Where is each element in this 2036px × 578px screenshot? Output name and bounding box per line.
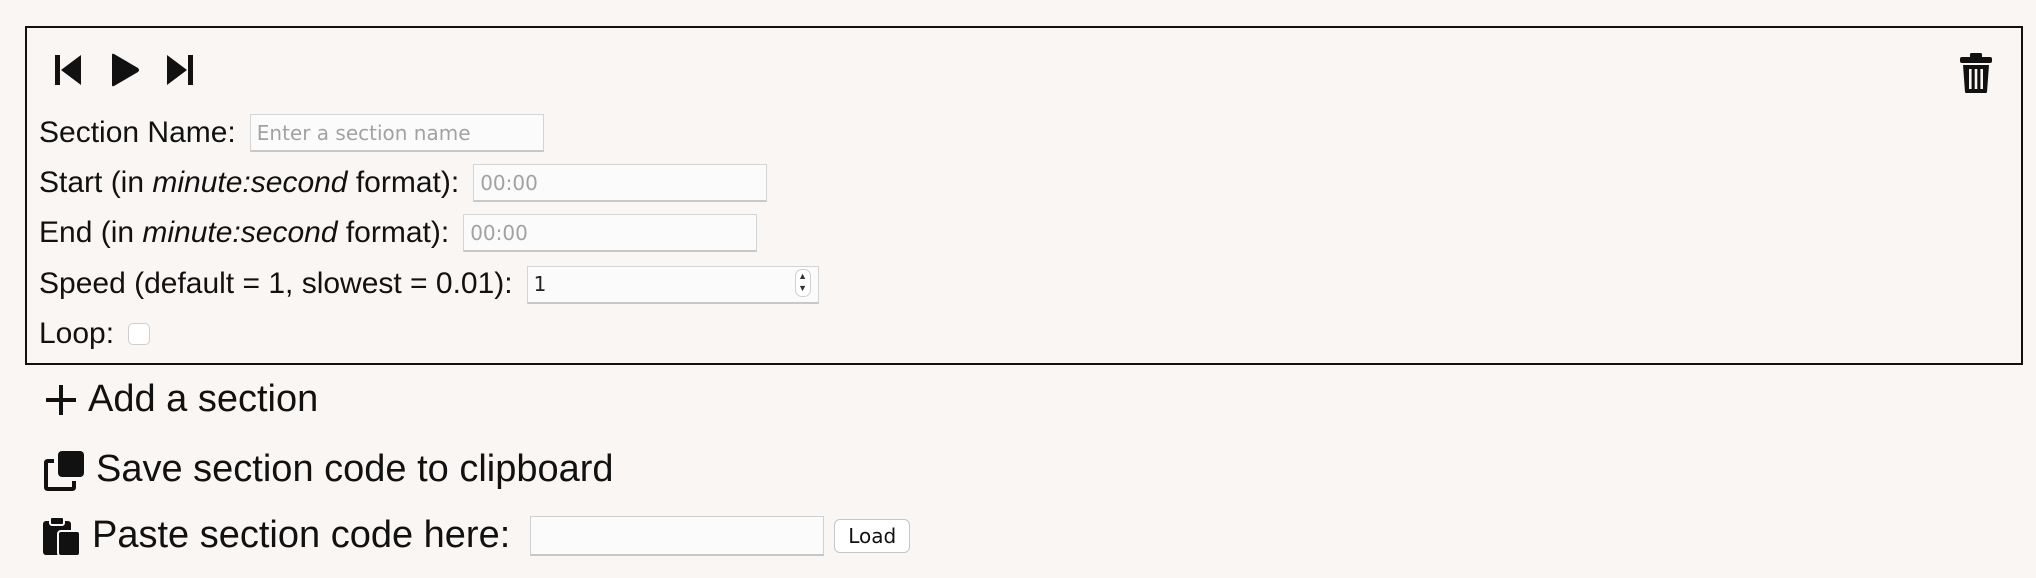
start-label: Start (in minute:second format): (39, 166, 460, 199)
speed-input[interactable] (526, 265, 819, 304)
paste-section-row: Paste section code here: Load (40, 514, 911, 557)
section-name-input[interactable] (249, 114, 544, 152)
speed-label: Speed (default = 1, slowest = 0.01): (39, 266, 513, 300)
speed-stepper[interactable]: ▲ ▼ (794, 269, 811, 297)
paste-icon (40, 515, 82, 557)
save-section-code-label: Save section code to clipboard (96, 448, 614, 490)
speed-row: Speed (default = 1, slowest = 0.01): ▲▼ (39, 264, 819, 304)
end-time-input[interactable] (463, 214, 758, 252)
paste-code-input[interactable] (530, 515, 825, 556)
plus-icon (44, 383, 78, 417)
section-name-label: Section Name: (39, 116, 236, 149)
start-time-input[interactable] (473, 164, 768, 202)
play-icon[interactable] (108, 52, 140, 88)
skip-next-icon[interactable] (165, 53, 195, 87)
end-label: End (in minute:second format): (39, 216, 450, 249)
loop-label: Loop: (39, 317, 115, 350)
end-row: End (in minute:second format): (39, 214, 758, 252)
section-name-row: Section Name: (39, 114, 544, 152)
add-section-button[interactable]: Add a section (44, 378, 318, 421)
paste-section-label: Paste section code here: (92, 514, 511, 556)
loop-row: Loop: (39, 316, 151, 352)
copy-icon (44, 449, 86, 491)
add-section-label: Add a section (88, 378, 319, 420)
loop-checkbox[interactable] (128, 323, 151, 345)
section-card: Section Name: Start (in minute:second fo… (25, 26, 2023, 365)
start-row: Start (in minute:second format): (39, 164, 768, 202)
skip-previous-icon[interactable] (53, 53, 83, 87)
trash-icon[interactable] (1959, 52, 1993, 99)
speed-field: ▲▼ (526, 264, 819, 304)
load-button[interactable]: Load (834, 518, 911, 553)
transport-controls (53, 52, 195, 88)
save-section-code-button[interactable]: Save section code to clipboard (44, 448, 614, 491)
